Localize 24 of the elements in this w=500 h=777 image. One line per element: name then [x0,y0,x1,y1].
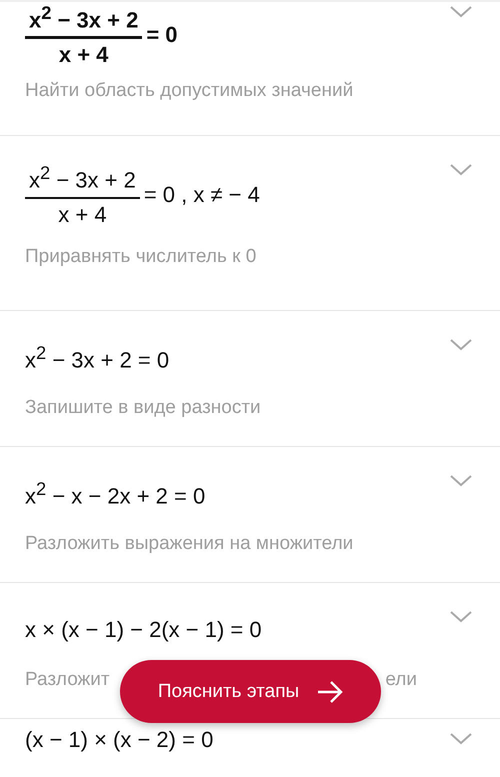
chevron-down-icon[interactable] [450,339,472,351]
equation: x × (x − 1) − 2(x − 1) = 0 [25,617,262,643]
chevron-down-icon[interactable] [450,611,472,623]
chevron-down-icon[interactable] [450,733,472,745]
chevron-down-icon[interactable] [450,475,472,487]
denominator: x + 4 [58,41,108,68]
equation: (x − 1) × (x − 2) = 0 [25,727,214,753]
step-description: Разложит [25,669,110,691]
equation: x$^{2}$ − x − 2x + 2 = 0 [25,478,206,510]
numerator: x$^{2}$ − 3x + 2 [28,2,140,34]
equation-rest: = 0 [146,22,178,48]
step-description: Запишите в виде разности [25,397,262,419]
denominator: x + 4 [58,200,107,228]
chevron-down-icon[interactable] [450,6,472,18]
step-description: Разложить выражения на множители [25,533,354,555]
numerator: x$^{2}$ − 3x + 2 [28,162,137,195]
equation-rest: = 0 , x ≠ − 4 [144,182,260,208]
step-description: Приравнять числитель к 0 [25,246,258,268]
arrow-right-icon [317,680,344,702]
equation: x$^{2}$ − 3x + 2 = 0 [25,342,170,374]
step-description: ели [385,669,417,691]
chevron-down-icon[interactable] [450,164,472,176]
explain-steps-button[interactable]: Пояснить этапы [120,660,381,723]
step-description: Найти область допустимых значений [25,80,354,102]
